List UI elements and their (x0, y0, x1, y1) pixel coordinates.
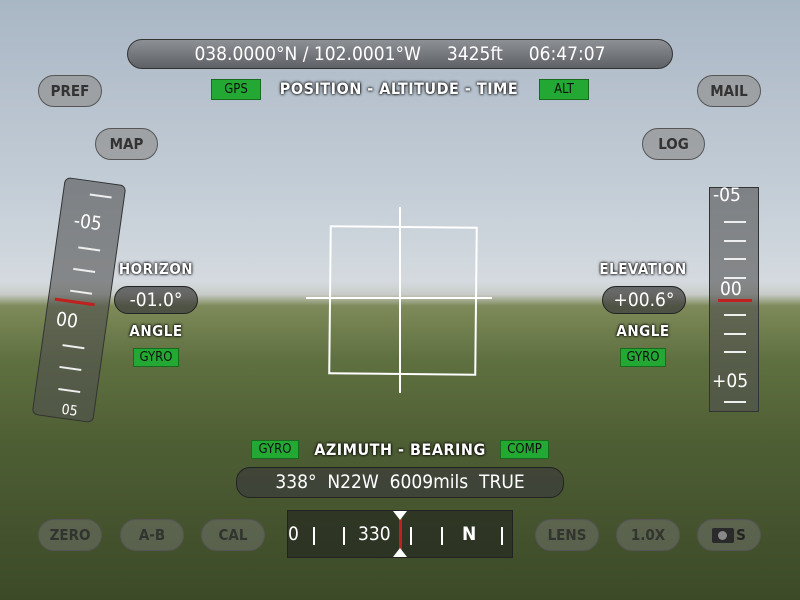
compass-label: 0 (288, 523, 299, 545)
elevation-gyro-badge[interactable]: GYRO (620, 348, 666, 367)
elevation-indicator (718, 299, 752, 302)
camera-icon (712, 528, 735, 543)
compass-strip[interactable]: 0 330 N (287, 510, 513, 558)
gps-badge[interactable]: GPS (211, 79, 261, 100)
elevation-subtitle: ANGLE (616, 322, 670, 340)
cal-button[interactable]: CAL (201, 519, 265, 551)
a-b-button[interactable]: A-B (120, 519, 184, 551)
lens-button[interactable]: LENS (535, 519, 599, 551)
zoom-button[interactable]: 1.0X (616, 519, 680, 551)
horizon-tape-label: 00 (54, 308, 80, 333)
azimuth-gyro-badge[interactable]: GYRO (251, 440, 299, 459)
bearing-readout: 338° N22W 6009mils TRUE (236, 467, 564, 498)
horizon-value: -01.0° (114, 286, 198, 314)
coordinates: 038.0000°N / 102.0001°W (194, 43, 421, 65)
compass-label: 330 (358, 523, 391, 545)
azimuth-comp-badge[interactable]: COMP (500, 440, 549, 459)
horizon-tape-label: -05 (72, 209, 104, 236)
azimuth-title: AZIMUTH - BEARING (314, 440, 486, 459)
shutter-label: S (736, 526, 746, 544)
compass-label: N (462, 523, 477, 545)
position-readout: 038.0000°N / 102.0001°W 3425ft 06:47:07 (127, 39, 673, 69)
elevation-tape-label: 00 (720, 278, 742, 300)
horizon-tape-label: 05 (60, 401, 79, 420)
elevation-tape-label: -05 (713, 184, 741, 206)
horizon-gyro-badge[interactable]: GYRO (133, 348, 179, 367)
elevation-value: +00.6° (602, 286, 686, 314)
elevation-title: ELEVATION (599, 260, 687, 278)
zero-button[interactable]: ZERO (38, 519, 102, 551)
camera-button[interactable]: S (697, 519, 761, 551)
mail-button[interactable]: MAIL (697, 75, 761, 107)
horizon-indicator (54, 297, 95, 307)
alt-badge[interactable]: ALT (539, 79, 589, 100)
map-button[interactable]: MAP (95, 128, 158, 160)
log-button[interactable]: LOG (642, 128, 705, 160)
elevation-tape[interactable]: -05 00 +05 (709, 184, 759, 412)
time: 06:47:07 (528, 43, 606, 65)
pref-button[interactable]: PREF (38, 75, 102, 107)
horizon-subtitle: ANGLE (129, 322, 183, 340)
horizon-title: HORIZON (118, 260, 194, 278)
elevation-tape-label: +05 (712, 370, 749, 392)
altitude: 3425ft (446, 43, 503, 65)
position-title: POSITION - ALTITUDE - TIME (279, 79, 519, 98)
